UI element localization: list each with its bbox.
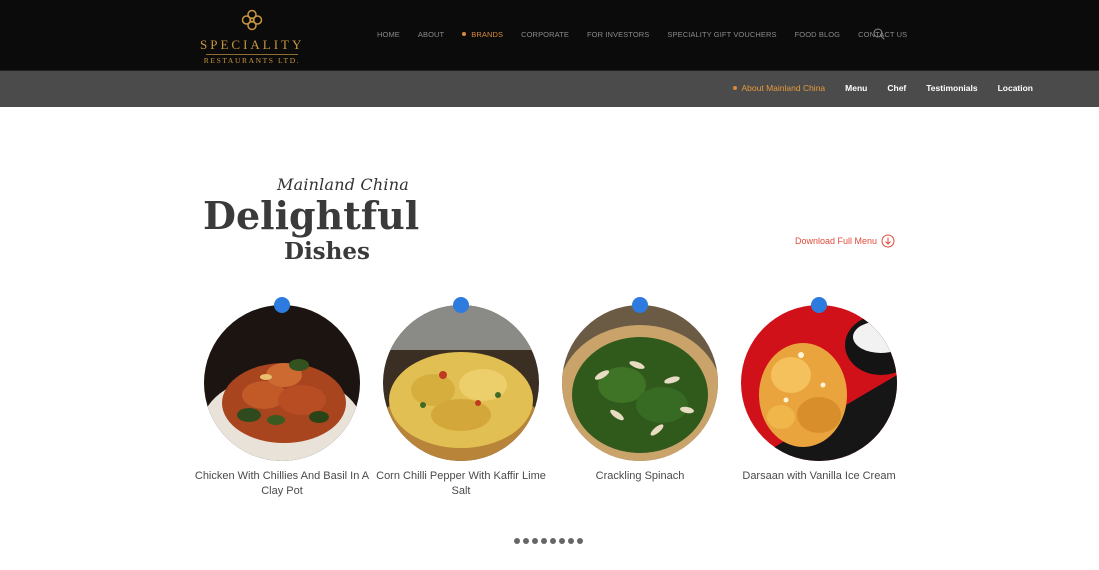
carousel-pagination [514, 538, 586, 544]
pagination-dot[interactable] [514, 538, 520, 544]
dish-photo-spinach [562, 305, 718, 461]
brand-subnav: About Mainland China Menu Chef Testimoni… [713, 83, 1033, 93]
top-header: SPECIALITY RESTAURANTS LTD. HOME ABOUT B… [0, 0, 1099, 71]
logo-wordmark: SPECIALITY [200, 37, 305, 52]
active-dot-icon [732, 86, 737, 90]
logo-divider [206, 54, 298, 55]
nav-label: SPECIALITY GIFT VOUCHERS [667, 29, 777, 39]
nav-gift-vouchers[interactable]: SPECIALITY GIFT VOUCHERS [667, 30, 776, 39]
section-subtitle: Dishes [284, 238, 370, 265]
nav-corporate[interactable]: CORPORATE [521, 30, 569, 39]
active-dot-icon [462, 32, 467, 36]
dish-pin-dot [632, 297, 648, 313]
section-title: Delightful [203, 193, 420, 238]
subnav-chef[interactable]: Chef [887, 83, 906, 93]
subnav-menu[interactable]: Menu [845, 83, 867, 93]
nav-food-blog[interactable]: FOOD BLOG [795, 30, 841, 39]
dish-pin-dot [811, 297, 827, 313]
pagination-dot[interactable] [523, 538, 529, 544]
download-menu-link[interactable]: Download Full Menu [795, 234, 895, 248]
dish-card[interactable]: Corn Chilli Pepper With Kaffir Lime Salt [371, 297, 551, 507]
dish-card[interactable]: Darsaan with Vanilla Ice Cream [729, 297, 909, 507]
brand-logo[interactable]: SPECIALITY RESTAURANTS LTD. [200, 8, 304, 66]
dish-pin-dot [453, 297, 469, 313]
pagination-dot[interactable] [577, 538, 583, 544]
nav-home[interactable]: HOME [377, 30, 400, 39]
dish-photo-corn [383, 305, 539, 461]
subnav-location[interactable]: Location [998, 83, 1033, 93]
subnav-label: About Mainland China [741, 83, 826, 93]
nav-for-investors[interactable]: FOR INVESTORS [587, 30, 649, 39]
dish-card[interactable]: Chicken With Chillies And Basil In A Cla… [192, 297, 372, 507]
nav-label: BRANDS [471, 29, 504, 39]
pagination-dot[interactable] [532, 538, 538, 544]
subnav-label: Chef [887, 83, 907, 93]
dish-photo-darsaan [741, 305, 897, 461]
knot-logo-icon [241, 9, 263, 31]
download-menu-label: Download Full Menu [795, 236, 878, 246]
dish-photo-chicken [204, 305, 360, 461]
dish-name: Crackling Spinach [595, 470, 685, 482]
brand-subnav-bar: About Mainland China Menu Chef Testimoni… [0, 71, 1099, 107]
main-nav: HOME ABOUT BRANDS CORPORATE FOR INVESTOR… [377, 28, 925, 40]
logo-subtext: RESTAURANTS LTD. [203, 56, 301, 65]
arrow-down-circle-icon [881, 234, 895, 248]
dish-pin-dot [274, 297, 290, 313]
pagination-dot[interactable] [550, 538, 556, 544]
nav-label: FOOD BLOG [794, 29, 841, 39]
subnav-label: Location [997, 83, 1033, 93]
nav-label: ABOUT [417, 29, 445, 39]
subnav-label: Testimonials [926, 83, 978, 93]
dish-name: Corn Chilli Pepper With Kaffir Lime Salt [376, 470, 546, 497]
pagination-dot[interactable] [559, 538, 565, 544]
nav-label: FOR INVESTORS [586, 29, 650, 39]
nav-brands[interactable]: BRANDS [462, 30, 503, 39]
pagination-dot[interactable] [541, 538, 547, 544]
dish-name: Darsaan with Vanilla Ice Cream [742, 470, 896, 482]
subnav-about-mainland-china[interactable]: About Mainland China [732, 83, 826, 93]
search-icon[interactable] [873, 28, 885, 40]
nav-about[interactable]: ABOUT [418, 30, 444, 39]
dish-card[interactable]: Crackling Spinach [550, 297, 730, 507]
nav-label: HOME [377, 29, 400, 39]
subnav-testimonials[interactable]: Testimonials [926, 83, 977, 93]
nav-label: CORPORATE [521, 29, 569, 39]
subnav-label: Menu [845, 83, 868, 93]
brand-script-title: Mainland China [277, 175, 409, 194]
dish-name: Chicken With Chillies And Basil In A Cla… [194, 470, 370, 497]
pagination-dot[interactable] [568, 538, 574, 544]
